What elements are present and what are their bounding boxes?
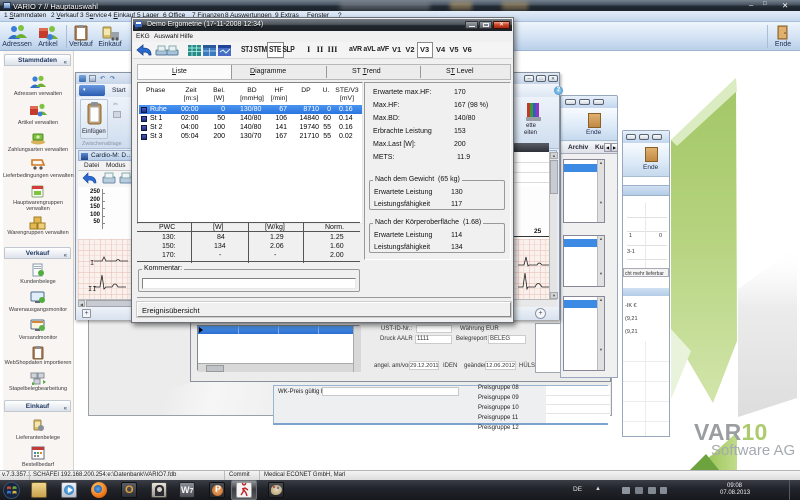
svg-text:I: I bbox=[90, 260, 94, 268]
svg-text:Software AG: Software AG bbox=[711, 442, 795, 459]
